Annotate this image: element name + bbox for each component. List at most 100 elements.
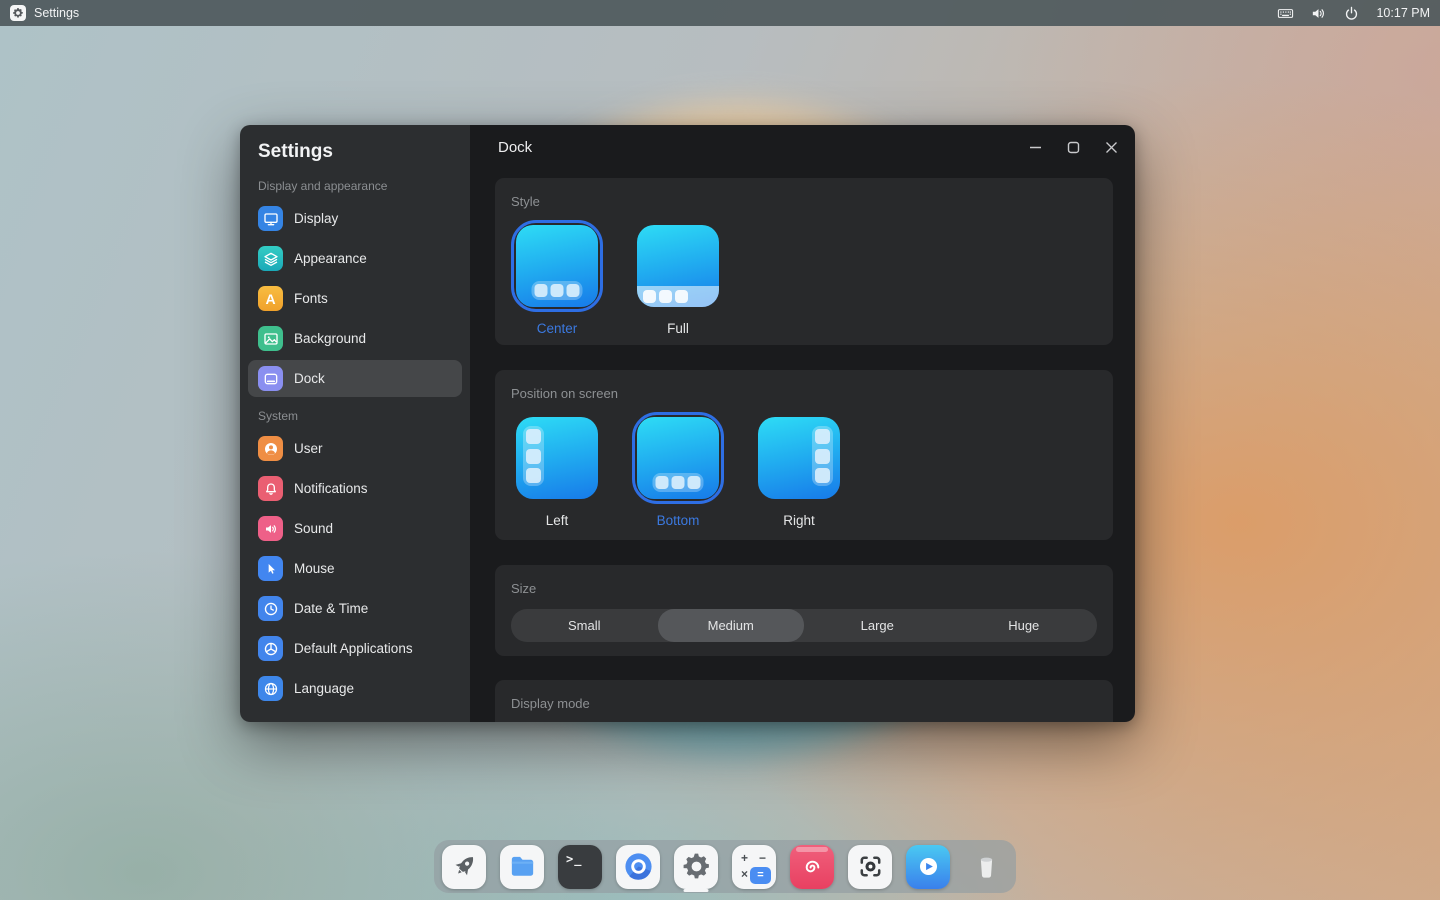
dock-icon xyxy=(258,366,283,391)
mouse-icon xyxy=(258,556,283,581)
settings-icon xyxy=(674,845,718,889)
style-option-full[interactable]: Full xyxy=(632,220,724,336)
video-player-icon xyxy=(906,845,950,889)
music-icon xyxy=(790,845,834,889)
sidebar-item-date-time[interactable]: Date & Time xyxy=(248,590,462,627)
datetime-icon xyxy=(258,596,283,621)
sidebar-item-label: Fonts xyxy=(294,291,328,306)
dock-preview-full xyxy=(637,225,719,307)
size-option-large[interactable]: Large xyxy=(804,609,951,642)
dock-item-launcher[interactable] xyxy=(442,840,486,893)
style-card-label: Style xyxy=(511,194,1097,209)
keyboard-icon[interactable] xyxy=(1277,5,1294,22)
sidebar-item-label: Language xyxy=(294,681,354,696)
screenshot-icon xyxy=(848,845,892,889)
settings-app-icon xyxy=(10,5,26,21)
browser-icon xyxy=(616,845,660,889)
sidebar-item-background[interactable]: Background xyxy=(248,320,462,357)
dock-item-terminal[interactable]: >_ xyxy=(558,840,602,893)
display-icon xyxy=(258,206,283,231)
fonts-icon: A xyxy=(258,286,283,311)
position-option-left[interactable]: Left xyxy=(511,412,603,528)
clock[interactable]: 10:17 PM xyxy=(1376,6,1430,20)
dock-item-file-manager[interactable] xyxy=(500,840,544,893)
language-icon xyxy=(258,676,283,701)
sidebar-item-display[interactable]: Display xyxy=(248,200,462,237)
sidebar-item-appearance[interactable]: Appearance xyxy=(248,240,462,277)
section-header-system: System xyxy=(258,409,452,423)
running-indicator xyxy=(684,889,709,892)
sidebar-item-dock[interactable]: Dock xyxy=(248,360,462,397)
dock: >_ + − × = xyxy=(434,840,1016,893)
position-option-bottom[interactable]: Bottom xyxy=(632,412,724,528)
display-mode-card-label: Display mode xyxy=(511,696,1097,711)
user-icon xyxy=(258,436,283,461)
sidebar-item-label: Date & Time xyxy=(294,601,368,616)
power-icon[interactable] xyxy=(1343,5,1360,22)
sidebar-item-label: Display xyxy=(294,211,338,226)
dock-preview-bottom xyxy=(637,417,719,499)
size-card-label: Size xyxy=(511,581,1097,596)
size-segmented-control: Small Medium Large Huge xyxy=(511,609,1097,642)
dock-preview-right xyxy=(758,417,840,499)
size-option-huge[interactable]: Huge xyxy=(951,609,1098,642)
topbar-app-entry[interactable]: Settings xyxy=(10,5,79,21)
close-button[interactable] xyxy=(1099,135,1123,159)
sound-icon xyxy=(258,516,283,541)
selection-ring xyxy=(511,412,603,504)
sidebar-title: Settings xyxy=(258,141,452,163)
window-titlebar: Dock xyxy=(470,125,1135,169)
terminal-icon: >_ xyxy=(558,845,602,889)
dock-item-browser[interactable] xyxy=(616,840,660,893)
sidebar-item-language[interactable]: Language xyxy=(248,670,462,707)
size-card: Size Small Medium Large Huge xyxy=(495,565,1113,656)
selection-ring xyxy=(753,412,845,504)
dock-item-calculator[interactable]: + − × = xyxy=(732,840,776,893)
settings-main-pane: Dock Style xyxy=(470,125,1135,722)
size-option-small[interactable]: Small xyxy=(511,609,658,642)
position-option-right[interactable]: Right xyxy=(753,412,845,528)
sidebar-item-notifications[interactable]: Notifications xyxy=(248,470,462,507)
desktop-wallpaper: Settings 10:17 PM Settings Display and a… xyxy=(0,0,1440,900)
sidebar-item-sound[interactable]: Sound xyxy=(248,510,462,547)
calculator-icon: + − × = xyxy=(732,845,776,889)
sidebar-item-label: Mouse xyxy=(294,561,335,576)
selection-ring xyxy=(632,220,724,312)
settings-window: Settings Display and appearance Display … xyxy=(240,125,1135,722)
background-icon xyxy=(258,326,283,351)
topbar-app-label: Settings xyxy=(34,6,79,20)
sidebar-item-default-applications[interactable]: Default Applications xyxy=(248,630,462,667)
dock-item-settings[interactable] xyxy=(674,840,718,893)
notifications-icon xyxy=(258,476,283,501)
launcher-icon xyxy=(442,845,486,889)
sidebar-item-label: Background xyxy=(294,331,366,346)
trash-icon xyxy=(964,845,1008,889)
dock-item-music[interactable] xyxy=(790,840,834,893)
sidebar-item-label: Default Applications xyxy=(294,641,413,656)
sidebar-item-label: Appearance xyxy=(294,251,367,266)
style-card: Style Center xyxy=(495,178,1113,345)
appearance-icon xyxy=(258,246,283,271)
topbar: Settings 10:17 PM xyxy=(0,0,1440,26)
sidebar-item-fonts[interactable]: A Fonts xyxy=(248,280,462,317)
maximize-button[interactable] xyxy=(1061,135,1085,159)
dock-item-video-player[interactable] xyxy=(906,840,950,893)
style-option-center[interactable]: Center xyxy=(511,220,603,336)
selection-ring xyxy=(632,412,724,504)
sidebar-item-label: Notifications xyxy=(294,481,368,496)
sidebar-item-mouse[interactable]: Mouse xyxy=(248,550,462,587)
sidebar-item-user[interactable]: User xyxy=(248,430,462,467)
size-option-medium[interactable]: Medium xyxy=(658,609,805,642)
dock-item-screenshot[interactable] xyxy=(848,840,892,893)
defaultapps-icon xyxy=(258,636,283,661)
sidebar-item-label: Dock xyxy=(294,371,325,386)
display-mode-card: Display mode xyxy=(495,680,1113,722)
minimize-button[interactable] xyxy=(1023,135,1047,159)
position-card-label: Position on screen xyxy=(511,386,1097,401)
page-title: Dock xyxy=(498,139,532,156)
position-card: Position on screen Left xyxy=(495,370,1113,540)
section-header-display-appearance: Display and appearance xyxy=(258,179,452,193)
volume-icon[interactable] xyxy=(1310,5,1327,22)
sidebar-item-label: User xyxy=(294,441,323,456)
dock-item-trash[interactable] xyxy=(964,840,1008,893)
